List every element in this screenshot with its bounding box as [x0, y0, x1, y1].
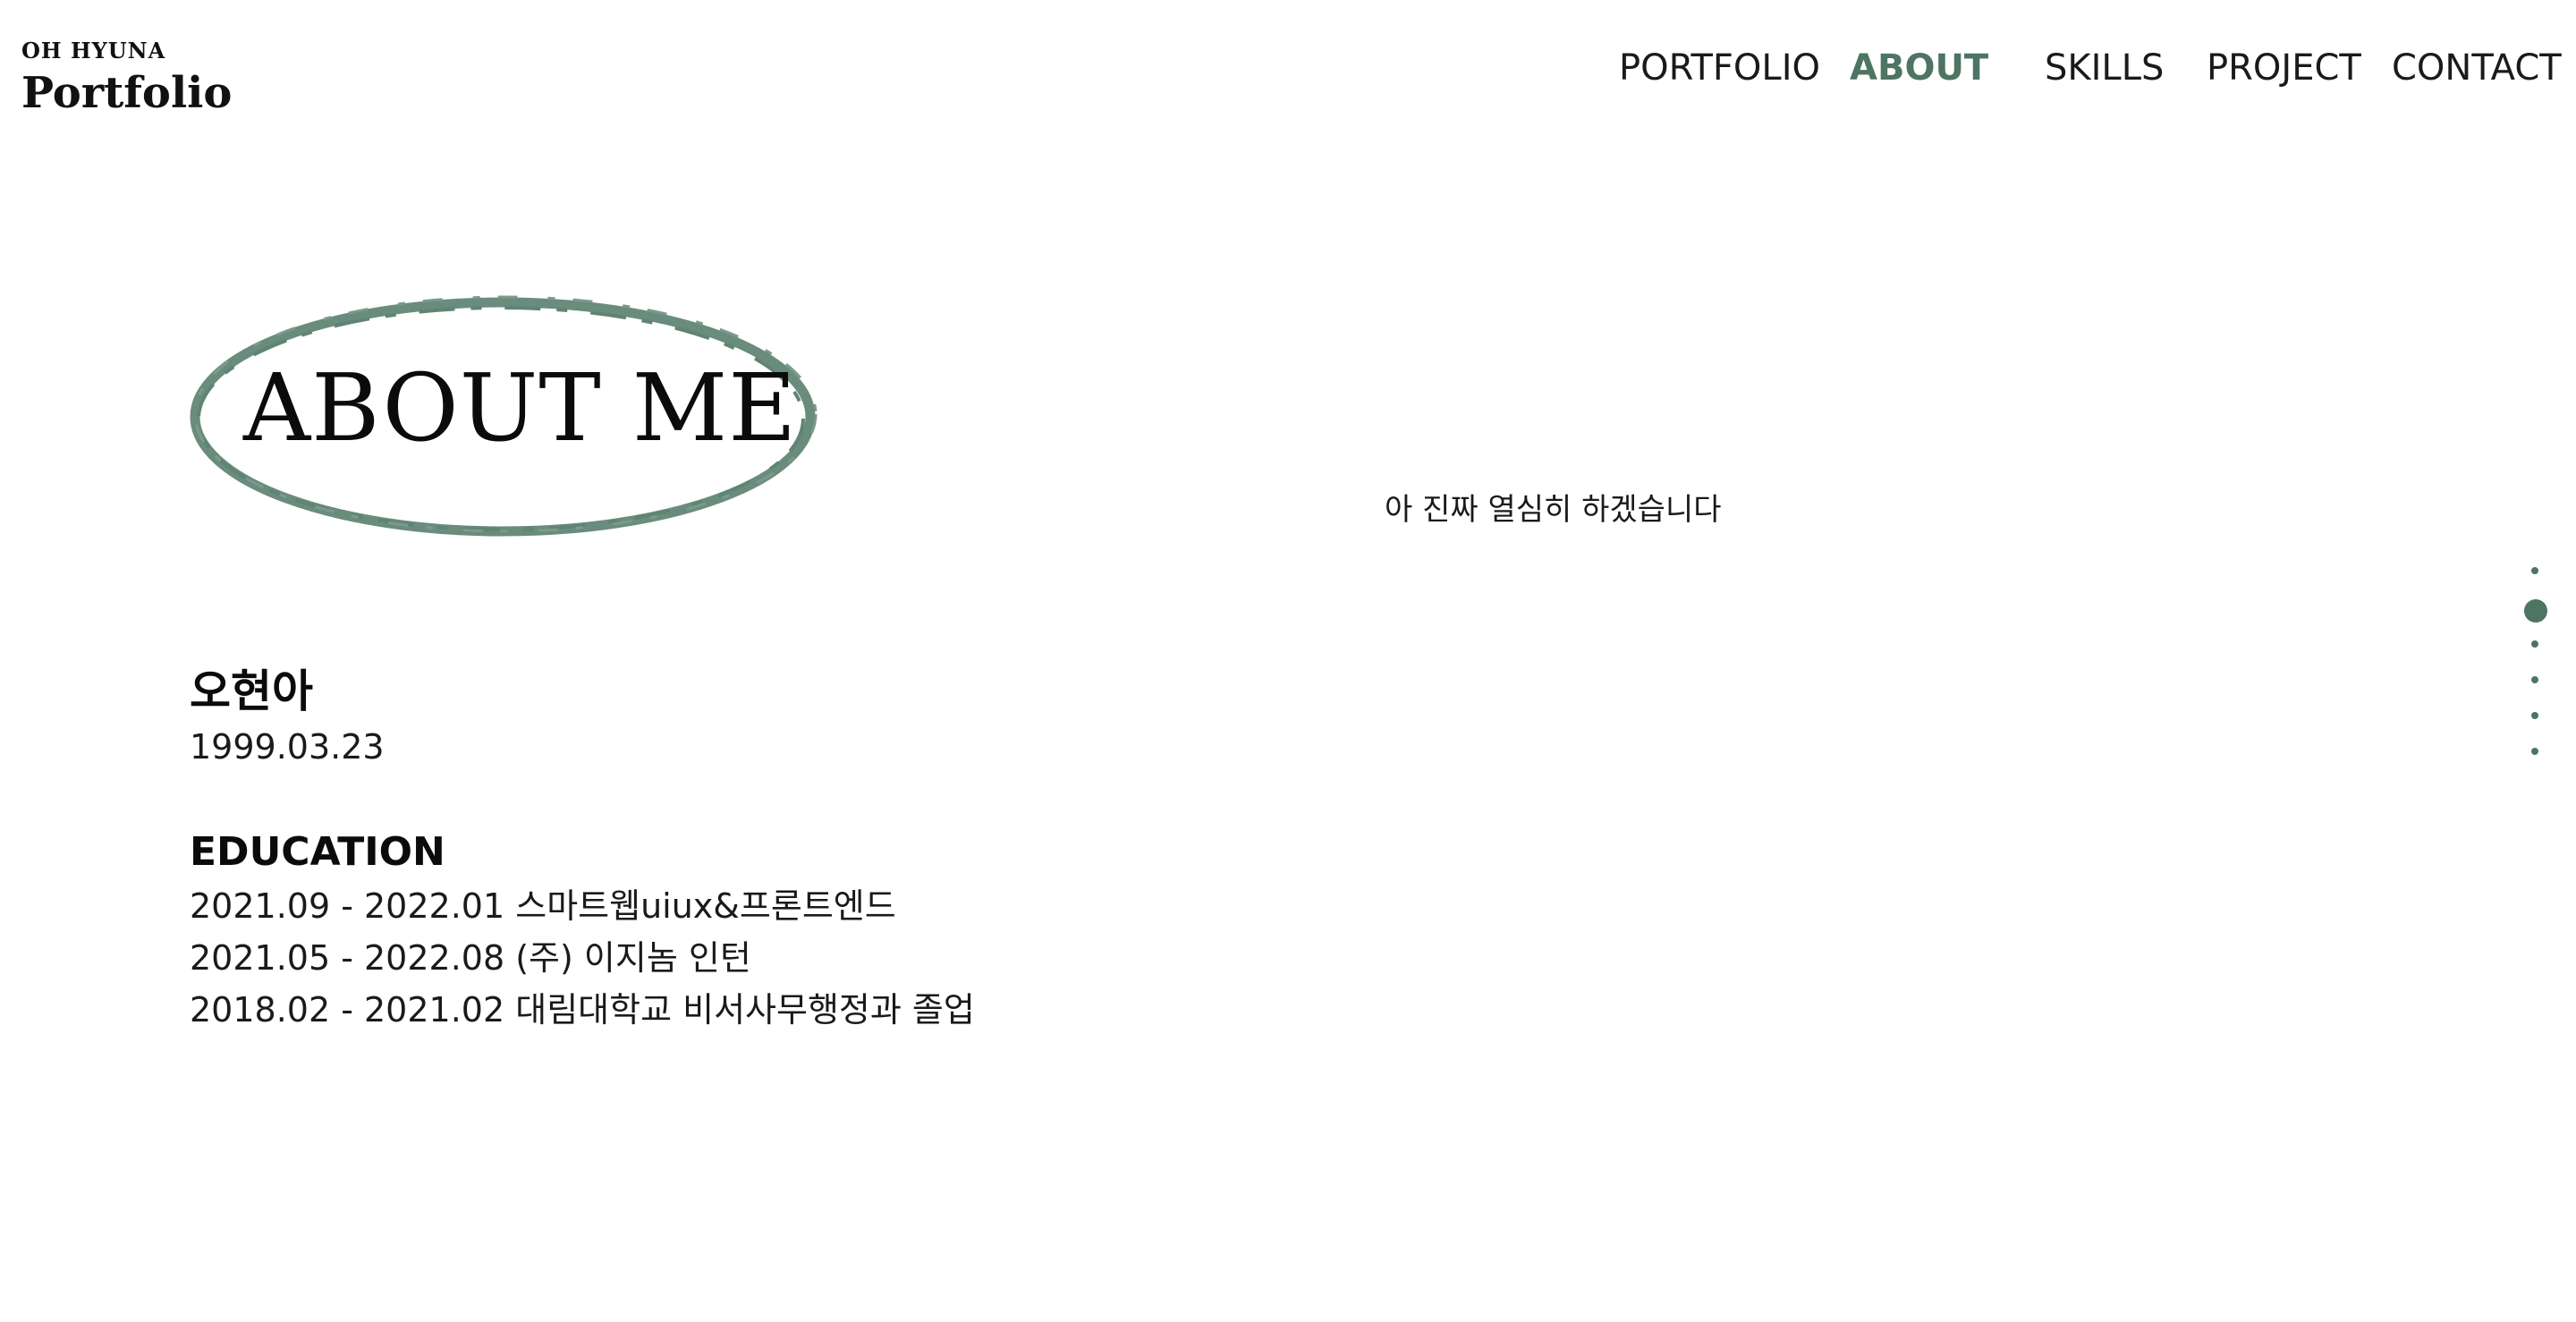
pager-dot-5[interactable] [2531, 712, 2538, 719]
about-title: ABOUT ME [243, 353, 798, 462]
about-heading: ABOUT ME [188, 292, 823, 542]
pager-dot-3[interactable] [2531, 640, 2538, 648]
pager-dot-6[interactable] [2531, 748, 2538, 755]
logo-owner-name: OH HYUNA [21, 38, 166, 64]
nav-item-portfolio[interactable]: PORTFOLIO [1619, 41, 1820, 95]
pager-dot-1[interactable] [2531, 567, 2538, 574]
nav-item-project[interactable]: PROJECT [2207, 41, 2361, 95]
education-item: 2021.09 - 2022.01 스마트웹uiux&프론트엔드 [190, 886, 896, 926]
profile-block: 오현아 1999.03.23 [190, 664, 385, 771]
profile-name: 오현아 [190, 665, 313, 717]
pager-dot-2[interactable] [2524, 599, 2547, 623]
nav-item-contact[interactable]: CONTACT [2392, 41, 2562, 95]
education-block: EDUCATION 2021.09 - 2022.01 스마트웹uiux&프론트… [190, 825, 975, 1036]
nav-item-about[interactable]: ABOUT [1850, 41, 1988, 95]
education-item: 2018.02 - 2021.02 대림대학교 비서사무행정과 졸업 [190, 990, 975, 1030]
education-title: EDUCATION [190, 829, 445, 875]
about-tagline: 아 진짜 열심히 하겠습니다 [1385, 492, 1722, 528]
pager-dot-4[interactable] [2531, 676, 2538, 683]
logo-title: Portfolio [21, 68, 233, 118]
profile-birthdate: 1999.03.23 [190, 727, 385, 767]
education-item: 2021.05 - 2022.08 (주) 이지놈 인턴 [190, 938, 751, 978]
logo[interactable]: OH HYUNA Portfolio [21, 38, 232, 120]
nav-item-skills[interactable]: SKILLS [2045, 41, 2164, 95]
